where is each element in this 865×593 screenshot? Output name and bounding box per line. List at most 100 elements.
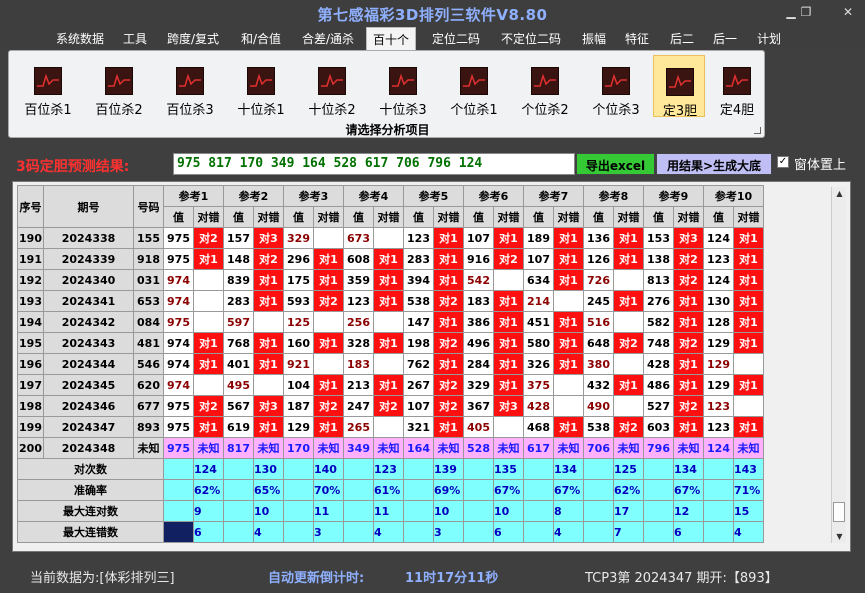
stats-value: 70% <box>313 479 344 501</box>
table-row[interactable]: 191 2024339 918 975 对1 148 对2 296 对1 608 对1 283 对1 91… <box>17 248 764 270</box>
menu-item-1[interactable]: 工具 <box>123 30 147 47</box>
pending-row[interactable]: 200 2024348 未知 975 未知 817 未知 170 未知 349 未知 164 未知 528… <box>17 437 764 459</box>
menu-item-2[interactable]: 跨度/复式 <box>167 30 219 47</box>
close-icon[interactable]: ✕ <box>838 5 858 19</box>
cell-result: 对3 <box>253 395 284 417</box>
cell-value: 405 <box>463 416 494 438</box>
export-excel-button[interactable]: 导出excel <box>576 153 655 175</box>
menu-item-12[interactable]: 计划 <box>757 30 781 47</box>
menu-item-5[interactable]: 百十个 <box>366 27 417 51</box>
cell-result: 未知 <box>673 437 704 459</box>
col-value: 值 <box>583 206 614 228</box>
stats-value: 67% <box>673 479 704 501</box>
col-result: 对错 <box>373 206 404 228</box>
table-row[interactable]: 190 2024338 155 975 对2 157 对3 329 673 123 对1 107 对1 1… <box>17 227 764 249</box>
cell-result: 对1 <box>313 332 344 354</box>
cell-value: 375 <box>523 374 554 396</box>
ribbon-button-10[interactable]: 定4胆 <box>711 55 763 118</box>
cell-seq: 200 <box>17 437 44 459</box>
cell-code: 155 <box>133 227 164 249</box>
chart-icon <box>389 67 417 95</box>
stats-value: 140 <box>313 458 344 480</box>
generate-base-button[interactable]: 用结果>生成大底 <box>656 153 772 175</box>
ribbon-expand-icon[interactable] <box>754 127 761 134</box>
cell-result: 对3 <box>493 395 524 417</box>
cell-value: 123 <box>703 248 734 270</box>
cell-value: 265 <box>343 416 374 438</box>
menu-item-7[interactable]: 不定位二码 <box>501 30 561 47</box>
col-result: 对错 <box>733 206 764 228</box>
col-ref: 参考5 <box>403 185 464 207</box>
cell-value: 321 <box>403 416 434 438</box>
col-ref: 参考10 <box>703 185 764 207</box>
table-row[interactable]: 196 2024344 546 974 对1 401 对1 921 183 762 对1 284 对1 3… <box>17 353 764 375</box>
menu-item-9[interactable]: 特征 <box>625 30 649 47</box>
table-row[interactable]: 197 2024345 620 974 495 104 对1 213 对1 267 对2 329 对1 3… <box>17 374 764 396</box>
stats-value: 61% <box>373 479 404 501</box>
ribbon-button-4[interactable]: 十位杀2 <box>301 55 363 118</box>
ribbon-button-3[interactable]: 十位杀1 <box>230 55 292 118</box>
stats-value: 3 <box>433 521 464 543</box>
cell-result <box>373 227 404 249</box>
maximize-icon[interactable]: ❐ <box>796 5 816 19</box>
table-row[interactable]: 198 2024346 677 975 对2 567 对3 187 对2 247 对2 107 对2 36… <box>17 395 764 417</box>
cell-result: 对1 <box>553 269 584 291</box>
stats-row: 最大连对数 9 10 11 11 10 10 8 17 12 15 <box>17 500 764 522</box>
chart-icon <box>460 67 488 95</box>
menu-item-0[interactable]: 系统数据 <box>56 30 104 47</box>
table-row[interactable]: 199 2024347 893 975 对1 619 对1 129 对1 265 321 对1 405 4… <box>17 416 764 438</box>
scroll-thumb[interactable] <box>833 502 845 522</box>
cell-result: 对1 <box>253 353 284 375</box>
table-row[interactable]: 192 2024340 031 974 839 对1 175 对1 359 对1 394 对1 542 6… <box>17 269 764 291</box>
menu-item-3[interactable]: 和/合值 <box>241 30 281 47</box>
col-value: 值 <box>703 206 734 228</box>
cell-result: 对2 <box>613 416 644 438</box>
cell-result <box>493 416 524 438</box>
cell-seq: 196 <box>17 353 44 375</box>
always-on-top-checkbox[interactable]: ✓ <box>777 156 789 168</box>
table-row[interactable]: 195 2024343 481 974 对1 768 对1 160 对1 328 对1 198 对2 49… <box>17 332 764 354</box>
stats-blank <box>463 521 494 543</box>
ribbon-button-7[interactable]: 个位杀2 <box>514 55 576 118</box>
cell-result: 对2 <box>673 248 704 270</box>
menu-item-10[interactable]: 后二 <box>670 30 694 47</box>
col-value: 值 <box>163 206 194 228</box>
ribbon-button-9[interactable]: 定3胆 <box>653 55 705 119</box>
vertical-scrollbar[interactable]: ▲ ▼ <box>831 187 846 543</box>
prediction-field[interactable]: 975 817 170 349 164 528 617 706 796 124 <box>173 153 575 175</box>
cell-value: 349 <box>343 437 374 459</box>
menu-item-8[interactable]: 振幅 <box>582 30 606 47</box>
cell-value: 329 <box>463 374 494 396</box>
ribbon-button-5[interactable]: 十位杀3 <box>372 55 434 118</box>
cell-value: 175 <box>283 269 314 291</box>
ribbon-button-2[interactable]: 百位杀3 <box>159 55 221 118</box>
menu-item-6[interactable]: 定位二码 <box>432 30 480 47</box>
ribbon-button-0[interactable]: 百位杀1 <box>17 55 79 118</box>
cell-value: 138 <box>643 248 674 270</box>
scroll-up-icon[interactable]: ▲ <box>832 189 847 198</box>
cell-value: 648 <box>583 332 614 354</box>
scroll-down-icon[interactable]: ▼ <box>832 532 847 541</box>
stats-row: 准确率 62% 65% 70% 61% 69% 67% 67% 62% 67% 71% <box>17 479 764 501</box>
col-ref: 参考2 <box>223 185 284 207</box>
stats-blank <box>163 458 194 480</box>
cell-value: 129 <box>283 416 314 438</box>
cell-result: 对1 <box>733 416 764 438</box>
cell-value: 284 <box>463 353 494 375</box>
menu-item-11[interactable]: 后一 <box>713 30 737 47</box>
stats-blank <box>463 500 494 522</box>
ribbon-button-label: 十位杀1 <box>237 103 285 118</box>
stats-value: 62% <box>613 479 644 501</box>
table-row[interactable]: 193 2024341 653 974 283 对1 593 对2 123 对1 538 对2 183 对… <box>17 290 764 312</box>
table-row[interactable]: 194 2024342 084 975 597 125 256 147 对1 386 对1 451 对1… <box>17 311 764 333</box>
menu-item-4[interactable]: 合差/通杀 <box>302 30 354 47</box>
ribbon-button-1[interactable]: 百位杀2 <box>88 55 150 118</box>
ribbon-button-6[interactable]: 个位杀1 <box>443 55 505 118</box>
cell-code: 084 <box>133 311 164 333</box>
cell-value: 597 <box>223 311 254 333</box>
ribbon-button-8[interactable]: 个位杀3 <box>585 55 647 118</box>
cell-result: 对1 <box>553 311 584 333</box>
cell-result: 对1 <box>193 416 224 438</box>
cell-result: 对1 <box>493 353 524 375</box>
cell-value: 974 <box>163 269 194 291</box>
